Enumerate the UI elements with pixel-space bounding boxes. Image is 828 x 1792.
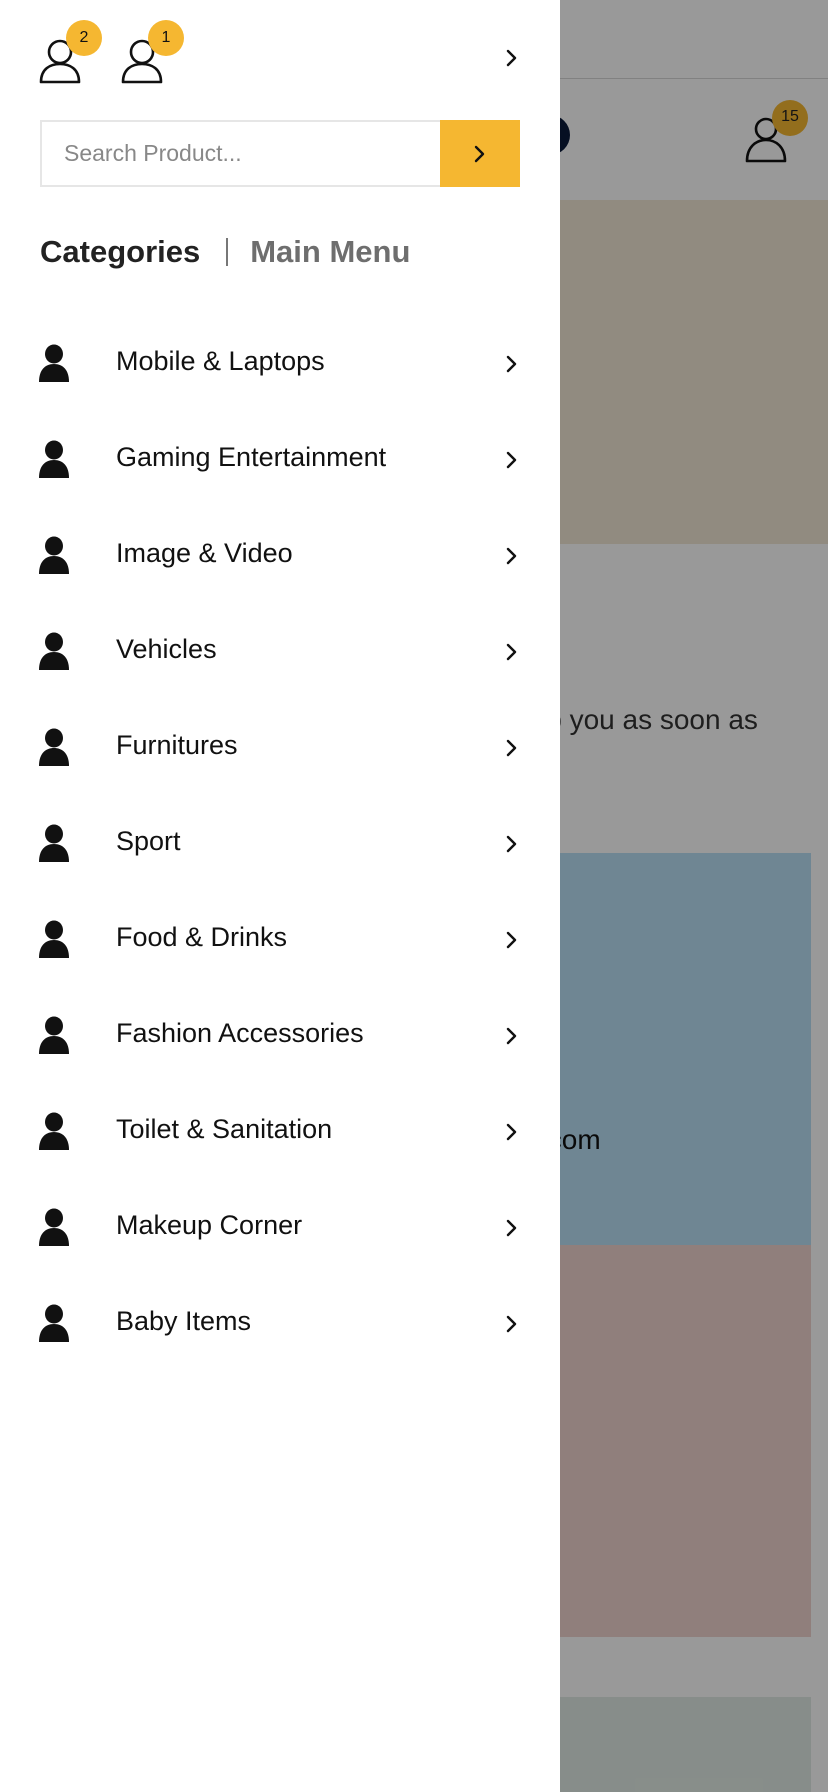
search-input[interactable]: [40, 120, 440, 187]
user-solid-icon: [39, 344, 69, 382]
chevron-right-icon: [502, 1314, 522, 1334]
category-label: Toilet & Sanitation: [116, 1114, 333, 1144]
category-label: Furnitures: [116, 730, 238, 760]
category-item-food-and-drinks[interactable]: Food & Drinks: [0, 892, 560, 988]
account-badge: 2: [66, 20, 102, 56]
user-solid-icon: [39, 728, 69, 766]
category-item-vehicles[interactable]: Vehicles: [0, 604, 560, 700]
search-submit-button[interactable]: [440, 120, 520, 187]
chevron-right-icon: [502, 546, 522, 566]
menu-tabs: Categories Main Menu: [40, 232, 410, 272]
category-item-baby-items[interactable]: Baby Items: [0, 1276, 560, 1372]
user-solid-icon: [39, 632, 69, 670]
category-list: Mobile & Laptops Gaming Entertainment Im…: [0, 316, 560, 1372]
category-label: Image & Video: [116, 538, 293, 568]
chevron-right-icon: [502, 642, 522, 662]
category-label: Vehicles: [116, 634, 217, 664]
tab-divider: [226, 238, 229, 266]
user-solid-icon: [39, 1016, 69, 1054]
chevron-right-icon: [502, 1026, 522, 1046]
side-drawer: 2 1 Categories Main Menu: [0, 0, 560, 1792]
user-solid-icon: [39, 440, 69, 478]
category-item-sport[interactable]: Sport: [0, 796, 560, 892]
category-item-toilet-and-sanitation[interactable]: Toilet & Sanitation: [0, 1084, 560, 1180]
chevron-right-icon: [502, 354, 522, 374]
account-button[interactable]: 2: [38, 20, 102, 84]
category-item-fashion-accessories[interactable]: Fashion Accessories: [0, 988, 560, 1084]
user-solid-icon: [39, 536, 69, 574]
category-item-furnitures[interactable]: Furnitures: [0, 700, 560, 796]
user-solid-icon: [39, 824, 69, 862]
chevron-right-icon: [506, 49, 517, 67]
category-label: Fashion Accessories: [116, 1018, 364, 1048]
chevron-right-icon: [502, 738, 522, 758]
category-label: Sport: [116, 826, 181, 856]
user-solid-icon: [39, 1304, 69, 1342]
search-bar: [40, 120, 520, 187]
tab-main-menu[interactable]: Main Menu: [250, 234, 410, 270]
category-label: Baby Items: [116, 1306, 252, 1336]
account-button[interactable]: 1: [120, 20, 184, 84]
chevron-right-icon: [502, 1122, 522, 1142]
category-label: Makeup Corner: [116, 1210, 303, 1240]
account-badge: 1: [148, 20, 184, 56]
user-solid-icon: [39, 1112, 69, 1150]
category-label: Mobile & Laptops: [116, 346, 325, 376]
category-label: Food & Drinks: [116, 922, 288, 952]
drawer-expand-chevron[interactable]: [502, 48, 522, 68]
category-item-makeup-corner[interactable]: Makeup Corner: [0, 1180, 560, 1276]
category-label: Gaming Entertainment: [116, 442, 387, 472]
chevron-right-icon: [502, 450, 522, 470]
chevron-right-icon: [502, 1218, 522, 1238]
category-item-image-and-video[interactable]: Image & Video: [0, 508, 560, 604]
user-solid-icon: [39, 1208, 69, 1246]
tab-categories[interactable]: Categories: [40, 234, 200, 270]
chevron-right-icon: [502, 834, 522, 854]
category-item-mobile-and-laptops[interactable]: Mobile & Laptops: [0, 316, 560, 412]
chevron-right-icon: [502, 930, 522, 950]
chevron-right-icon: [474, 145, 485, 162]
category-item-gaming-entertainment[interactable]: Gaming Entertainment: [0, 412, 560, 508]
user-solid-icon: [39, 920, 69, 958]
